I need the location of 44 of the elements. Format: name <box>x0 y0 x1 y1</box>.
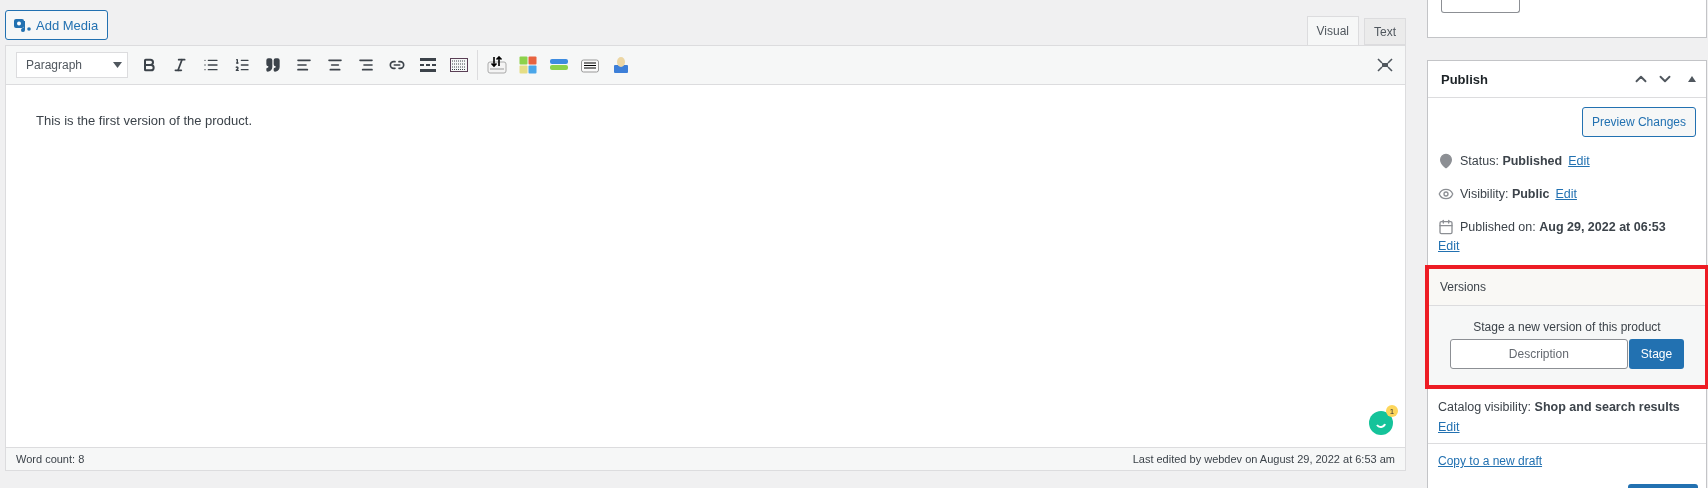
edit-link[interactable]: Edit <box>1568 151 1590 171</box>
publish-meta: Visibility: Public <box>1460 186 1550 203</box>
add-media-button[interactable]: Add Media <box>5 10 109 40</box>
calendar-icon <box>1438 219 1454 235</box>
preview-changes-button[interactable]: Preview Changes <box>1581 107 1696 137</box>
caret-icon <box>113 62 122 68</box>
stage-button[interactable]: Stage <box>1628 339 1685 369</box>
edit-link[interactable]: Edit <box>1555 184 1577 204</box>
eye-icon <box>1438 186 1454 202</box>
text-block-icon <box>580 57 599 73</box>
catalog-visibility: Catalog visibility: Shop and search results <box>1438 400 1680 414</box>
format-select[interactable]: Paragraph <box>16 52 128 78</box>
align-left-icon <box>295 57 312 73</box>
user-icon <box>612 56 629 74</box>
read-more-icon <box>419 58 436 72</box>
collapse-icon[interactable] <box>1688 76 1696 82</box>
sort-icon <box>486 56 507 74</box>
bars-icon <box>549 59 568 71</box>
quote-icon <box>264 57 281 73</box>
notification-badge: 1 <box>1386 405 1398 417</box>
stage-prompt: Stage a new version of this product <box>1473 320 1661 334</box>
description-field[interactable]: Description <box>1449 339 1628 369</box>
keyboard-icon <box>449 58 468 72</box>
pin-icon <box>1438 153 1454 169</box>
edit-link[interactable]: Edit <box>1438 239 1460 253</box>
editor-tab[interactable]: Text <box>1364 18 1406 45</box>
grid-icon <box>518 56 537 74</box>
bullet-list-icon <box>202 57 219 73</box>
dropdown[interactable] <box>1441 0 1520 13</box>
word-count: Word count: 8 <box>16 453 85 465</box>
edit-link[interactable]: Edit <box>1438 420 1460 434</box>
editor-content: This is the first version of the product. <box>36 113 254 128</box>
fullscreen-icon <box>1376 58 1393 72</box>
panel-title: Versions <box>1440 280 1487 294</box>
numbered-list-icon <box>233 57 250 73</box>
editor-tab[interactable]: Visual <box>1306 16 1359 45</box>
media-icon <box>13 17 31 33</box>
align-right-icon <box>357 57 374 73</box>
publish-meta: Status: Published <box>1460 153 1563 170</box>
publish-meta: Published on: Aug 29, 2022 at 06:53 <box>1460 219 1666 236</box>
panel-title: Publish <box>1441 71 1489 87</box>
last-edited: Last edited by webdev on August 29, 2022 at 6:53 am <box>1132 453 1395 465</box>
copy-draft-link[interactable]: Copy to a new draft <box>1438 454 1543 468</box>
align-center-icon <box>326 57 343 73</box>
